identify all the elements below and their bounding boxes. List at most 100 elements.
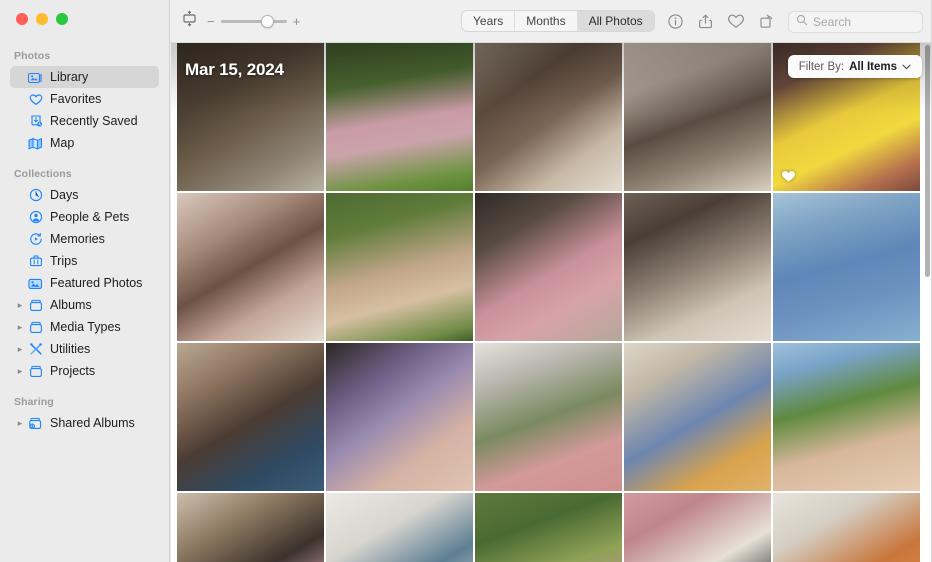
sidebar-section-sharing-title: Sharing [14,396,54,408]
photo-image [475,343,622,491]
photo-image [624,343,771,491]
view-mode-segmented-control[interactable]: Years Months All Photos [461,10,655,32]
tab-years[interactable]: Years [462,11,516,31]
map-icon [26,137,45,150]
chevron-right-icon[interactable]: ▸ [14,322,26,332]
sidebar-item-library[interactable]: ▸ Library [10,66,159,88]
sidebar-item-favorites[interactable]: ▸ Favorites [10,88,159,110]
photo-thumbnail[interactable] [475,343,622,491]
search-input[interactable]: Search [788,10,923,33]
minimize-button[interactable] [36,13,48,25]
disclosure-placeholder: ▸ [14,191,26,200]
disclosure-placeholder: ▸ [14,257,26,266]
sidebar-item-label: Library [50,70,89,84]
photo-image [326,43,473,191]
sidebar-item-featured-photos[interactable]: ▸ Featured Photos [10,272,159,294]
chevron-down-icon [902,62,911,72]
sidebar-item-label: Projects [50,364,96,378]
photo-thumbnail[interactable] [177,493,324,562]
shared-album-icon [26,417,45,430]
photo-image [177,343,324,491]
photo-thumbnail[interactable] [773,493,920,562]
sidebar-item-projects[interactable]: ▸ Projects [10,360,159,382]
sidebar-item-people-and-pets[interactable]: ▸ People & Pets [10,206,159,228]
photos-window: Photos ▸ Library ▸ Favorites ▸ [0,0,932,562]
sidebar-item-memories[interactable]: ▸ Memories [10,228,159,250]
sidebar-item-recently-saved[interactable]: ▸ Recently Saved [10,110,159,132]
photo-image [624,493,771,562]
album-icon [26,365,45,378]
zoom-out-label[interactable]: − [207,15,215,28]
maximize-button[interactable] [56,13,68,25]
chevron-right-icon[interactable]: ▸ [14,418,26,428]
photo-thumbnail[interactable] [326,43,473,191]
filter-by-dropdown[interactable]: Filter By: All Items [787,55,922,78]
sidebar-item-map[interactable]: ▸ Map [10,132,159,154]
sidebar-item-shared-albums[interactable]: ▸ Shared Albums [10,412,159,434]
photo-image [177,43,324,191]
disclosure-placeholder: ▸ [14,139,26,148]
zoom-in-label[interactable]: + [293,15,301,28]
chevron-right-icon[interactable]: ▸ [14,366,26,376]
photo-thumbnail[interactable] [326,493,473,562]
scrollbar-thumb[interactable] [925,45,930,277]
sidebar-item-label: People & Pets [50,210,130,224]
photo-image [773,493,920,562]
person-circle-icon [26,210,45,224]
zoom-slider-knob[interactable] [260,14,274,28]
photo-image [326,193,473,341]
featured-photo-icon [26,277,45,290]
sidebar-item-utilities[interactable]: ▸ Utilities [10,338,159,360]
toolbar-actions: Search [667,0,923,43]
tab-all-photos[interactable]: All Photos [577,11,654,31]
heart-icon[interactable] [727,13,745,30]
photo-image [177,493,324,562]
photo-thumbnail[interactable] [624,493,771,562]
photo-thumbnail[interactable] [624,193,771,341]
photo-thumbnail[interactable] [773,193,920,341]
sidebar-item-albums[interactable]: ▸ Albums [10,294,159,316]
photo-grid-area[interactable]: Mar 15, 2024 Filter By: All Items [171,43,932,562]
rotate-icon[interactable] [758,13,775,30]
photo-thumbnail[interactable] [624,43,771,191]
sidebar-item-label: Trips [50,254,78,268]
photo-image [773,343,920,491]
sidebar-item-days[interactable]: ▸ Days [10,184,159,206]
chevron-right-icon[interactable]: ▸ [14,300,26,310]
sidebar-item-trips[interactable]: ▸ Trips [10,250,159,272]
sidebar-section-collections-title: Collections [14,168,72,180]
info-icon[interactable] [667,13,684,30]
zoom-slider[interactable]: − + [207,14,301,28]
chevron-right-icon[interactable]: ▸ [14,344,26,354]
heart-icon [26,93,45,106]
photo-thumbnail[interactable] [475,193,622,341]
sidebar-item-label: Days [50,188,79,202]
filter-value-label: All Items [849,60,897,73]
library-icon [26,71,45,84]
filter-prefix-label: Filter By: [798,60,845,73]
suitcase-icon [26,254,45,268]
photo-thumbnail[interactable] [475,43,622,191]
search-icon [796,13,808,31]
photo-image [177,193,324,341]
photo-thumbnail[interactable] [326,193,473,341]
tab-months[interactable]: Months [515,11,578,31]
sidebar-item-label: Utilities [50,342,91,356]
sidebar-scroll-area[interactable]: Photos ▸ Library ▸ Favorites ▸ [0,44,169,562]
album-icon [26,321,45,334]
photo-thumbnail[interactable] [773,343,920,491]
photo-thumbnail[interactable] [624,343,771,491]
photo-image [326,343,473,491]
sidebar-section-photos-title: Photos [14,50,51,62]
sidebar-item-label: Media Types [50,320,121,334]
photo-thumbnail[interactable] [326,343,473,491]
photo-thumbnail[interactable] [177,193,324,341]
fit-to-screen-icon[interactable] [181,10,198,32]
photo-thumbnail[interactable] [177,43,324,191]
photo-thumbnail[interactable] [177,343,324,491]
share-icon[interactable] [697,13,714,30]
close-button[interactable] [16,13,28,25]
zoom-slider-track[interactable] [220,14,287,28]
photo-thumbnail[interactable] [475,493,622,562]
sidebar-item-media-types[interactable]: ▸ Media Types [10,316,159,338]
